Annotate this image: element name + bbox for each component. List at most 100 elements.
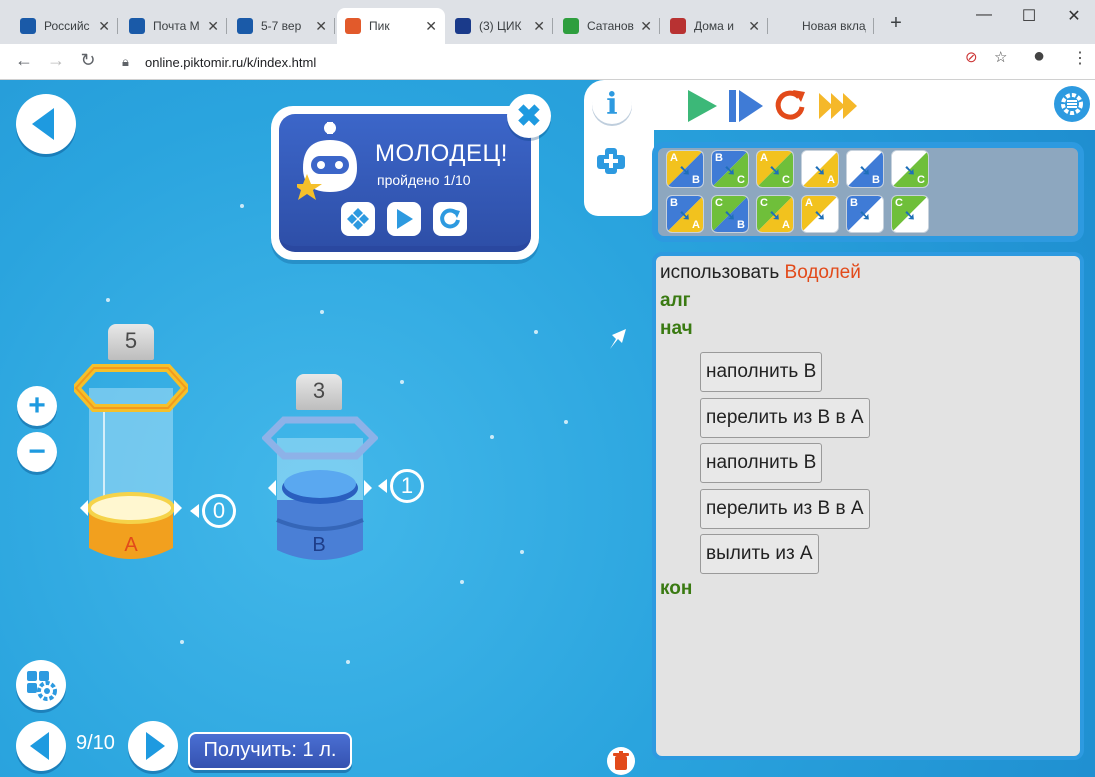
palette-command-tile[interactable]: ➘ С В [711,195,749,233]
program-command[interactable]: перелить из В в А [700,489,870,529]
container-label-a: А [124,534,138,556]
program-command[interactable]: наполнить В [700,352,823,392]
reload-button[interactable]: ↻ [76,50,100,71]
tile-target-label: В [872,174,880,186]
zoom-out-button[interactable]: − [17,432,57,472]
close-window-button[interactable]: ✕ [1059,6,1089,26]
popup-close-button[interactable]: ✖ [507,94,551,138]
palette-command-tile[interactable]: ➘ А С [756,150,794,188]
bg-star [400,380,404,384]
browser-tab-bar: Российс ✕ Почта М ✕ 5-7 вер ✕ Пик ✕ (3) ЦИК ✕ Сата… [0,0,1095,44]
minus-icon: − [28,435,46,468]
popup-title: МОЛОДЕЦ! [375,140,508,167]
browser-tab[interactable]: (3) ЦИК ✕ [447,8,553,44]
pour-arrow-icon: ➘ [769,207,781,223]
capacity-badge-a: 5 [108,324,154,360]
tile-source-label: С [895,197,903,209]
palette-command-tile[interactable]: ➘ С [891,195,929,233]
browser-tab[interactable]: 5-7 вер ✕ [229,8,335,44]
url-text[interactable]: online.piktomir.ru/k/index.html [145,55,316,70]
palette-command-tile[interactable]: ➘ С [891,150,929,188]
tab-close-icon[interactable]: ✕ [748,18,760,35]
menu-dots-icon[interactable]: ⋮ [1072,48,1088,68]
capacity-badge-b: 3 [296,374,342,410]
program-editor: использовать Водолей алг нач наполнить В… [652,252,1084,760]
delete-button[interactable] [607,747,635,775]
new-tab-button[interactable]: + [884,12,908,35]
next-level-button[interactable] [387,202,421,236]
forward-button[interactable]: → [44,50,68,71]
tab-close-icon[interactable]: ✕ [425,18,437,35]
fast-forward-button[interactable] [816,86,860,126]
browser-tab[interactable]: Дома и ✕ [662,8,768,44]
pin-arrow-icon[interactable] [606,325,632,351]
next-level-nav-button[interactable] [128,721,178,771]
palette-command-tile[interactable]: ➘ В С [711,150,749,188]
end-keyword: кон [660,578,693,599]
pour-arrow-icon: ➘ [859,162,871,178]
omnibox[interactable]: 🔒︎ online.piktomir.ru/k/index.html [112,48,1062,76]
tile-source-label: А [805,197,813,209]
restart-icon [775,90,805,120]
program-command[interactable]: наполнить В [700,443,823,483]
zoom-in-button[interactable]: + [17,386,57,426]
palette-command-tile[interactable]: ➘ А [801,150,839,188]
level-pointer-arrow [190,504,199,518]
program-command[interactable]: перелить из В в А [700,398,870,438]
palette-command-tile[interactable]: ➘ С А [756,195,794,233]
step-button[interactable] [726,86,766,126]
palette-command-tile[interactable]: ➘ А [801,195,839,233]
prev-level-button[interactable] [16,721,66,771]
tile-source-label: А [670,152,678,164]
pour-arrow-icon: ➘ [679,162,691,178]
side-tab [584,130,654,216]
run-button[interactable] [682,86,722,126]
back-level-button[interactable] [16,94,76,154]
back-button[interactable]: ← [12,50,36,71]
bookmark-star-icon[interactable]: ☆ [994,48,1007,66]
palette-command-tile[interactable]: ➘ В [846,150,884,188]
info-button[interactable]: i [592,84,632,124]
tab-close-icon[interactable]: ✕ [315,18,327,35]
add-block-button[interactable] [594,144,628,178]
tile-target-label: С [782,174,790,186]
tab-close-icon[interactable]: ✕ [533,18,545,35]
profile-icon[interactable]: ● [1033,45,1045,68]
reset-button[interactable] [770,86,810,126]
tab-close-icon[interactable]: ✕ [207,18,219,35]
browser-tab[interactable]: Сатанов ✕ [555,8,660,44]
minimize-button[interactable]: — [969,6,999,24]
tile-target-label: А [782,219,790,231]
success-popup: МОЛОДЕЦ! пройдено 1/10 [271,106,539,260]
tab-title: Российс [44,19,90,33]
tile-source-label: В [850,197,858,209]
program-command[interactable]: вылить из А [700,534,819,574]
tab-title: (3) ЦИК [479,19,522,33]
palette-command-tile[interactable]: ➘ В А [666,195,704,233]
maximize-button[interactable]: ☐ [1014,6,1044,26]
blocked-popup-icon[interactable]: ⊘ [965,48,978,66]
restart-level-button[interactable] [433,202,467,236]
pour-arrow-icon: ➘ [814,162,826,178]
settings-button[interactable] [16,660,66,710]
bg-star [106,298,110,302]
triangle-left-icon [32,108,54,140]
program-settings-button[interactable] [1054,86,1090,122]
palette-command-tile[interactable]: ➘ В [846,195,884,233]
browser-tab[interactable]: Почта М ✕ [121,8,227,44]
browser-tab[interactable]: Пик ✕ [337,8,445,44]
tile-target-label: С [737,174,745,186]
game-area: МОЛОДЕЦ! пройдено 1/10 ✖ + − 5 А 0 3 В 1… [0,80,1095,777]
palette-command-tile[interactable]: ➘ А В [666,150,704,188]
browser-tab[interactable]: Новая вклад [770,8,874,44]
levels-menu-button[interactable] [341,202,375,236]
robot-icon [297,122,357,200]
popup-body: МОЛОДЕЦ! пройдено 1/10 [279,114,531,252]
browser-tab[interactable]: Российс ✕ [12,8,118,44]
tab-title: Дома и [694,19,734,33]
tab-close-icon[interactable]: ✕ [98,18,110,35]
level-pointer-arrow [378,479,387,493]
tab-favicon-icon [455,18,471,34]
step-icon [729,90,763,122]
tab-close-icon[interactable]: ✕ [640,18,652,35]
